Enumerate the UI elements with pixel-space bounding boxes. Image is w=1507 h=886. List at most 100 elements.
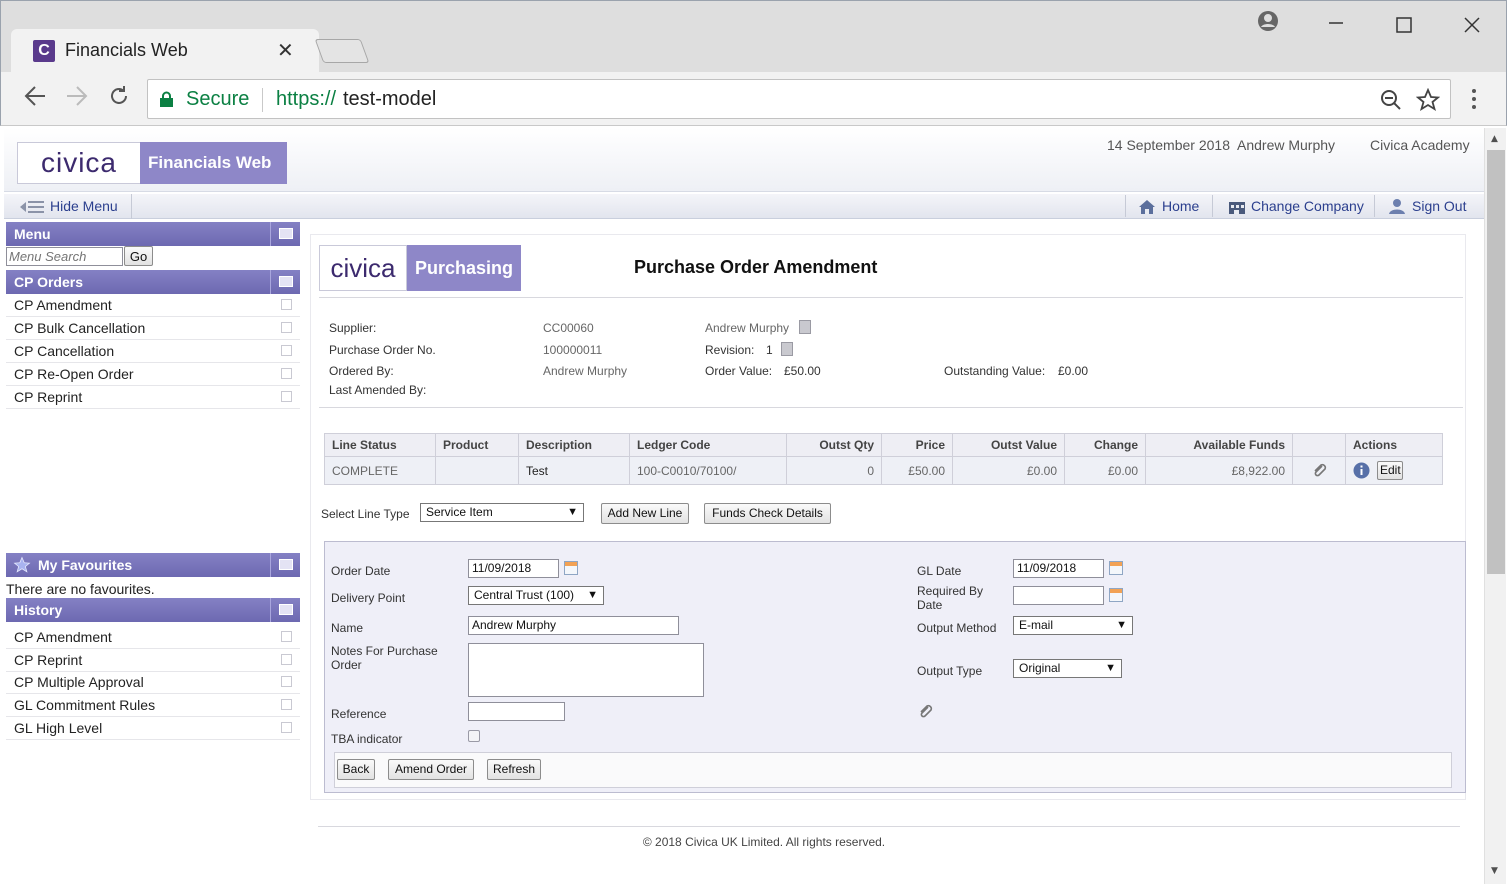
open-external-icon[interactable] [281,322,292,333]
output-type-value: Original [1019,661,1061,675]
url-scheme: https:// [276,88,337,110]
form-button-bar: Back Amend Order Refresh [334,752,1452,788]
paperclip-icon[interactable] [1312,463,1328,479]
browser-tab[interactable]: C Financials Web ✕ [11,29,319,73]
sign-out-link[interactable]: Sign Out [1384,194,1482,219]
profile-icon[interactable] [1257,10,1279,38]
history-item-cp-multiple-approval[interactable]: CP Multiple Approval [6,671,300,694]
col-attachments [1292,433,1346,457]
back-icon[interactable] [23,84,47,114]
change-company-link[interactable]: Change Company [1224,194,1372,219]
notes-textarea[interactable] [468,643,704,697]
new-tab-button[interactable] [314,39,370,63]
panel-toggle-icon[interactable] [270,270,300,294]
name-input[interactable]: Andrew Murphy [468,616,679,635]
calendar-icon[interactable] [564,561,578,575]
panel-toggle-icon[interactable] [270,598,300,622]
gl-date-label: GL Date [917,564,962,578]
calendar-icon[interactable] [1109,588,1123,602]
tab-close-icon[interactable]: ✕ [277,38,294,62]
last-amended-label: Last Amended By: [329,383,427,397]
open-external-icon[interactable] [281,676,292,687]
revision-details-icon[interactable] [781,342,793,356]
delivery-point-select[interactable]: Central Trust (100) ▼ [468,586,604,605]
edit-line-button[interactable]: Edit [1377,461,1404,480]
cell-outst-value: £0.00 [952,456,1065,485]
reload-icon[interactable] [107,84,131,114]
open-external-icon[interactable] [281,631,292,642]
history-item-gl-high-level[interactable]: GL High Level [6,717,300,740]
dropdown-arrow-icon: ▼ [567,506,578,518]
open-external-icon[interactable] [281,345,292,356]
table-row[interactable]: COMPLETE Test 100-C0010/70100/ 0 £50.00 … [324,456,1443,485]
amend-order-button[interactable]: Amend Order [388,759,474,780]
maximize-icon[interactable] [1395,15,1413,40]
header-date: 14 September 2018 [1107,137,1230,153]
history-item-label: GL High Level [14,720,103,736]
browser-menu-icon[interactable] [1471,88,1477,115]
open-external-icon[interactable] [281,722,292,733]
open-external-icon[interactable] [281,368,292,379]
menu-separator [1374,195,1375,217]
page-scrollbar[interactable]: ▲ ▼ [1484,128,1506,884]
output-type-select[interactable]: Original ▼ [1013,659,1122,678]
sidebar-item-label: CP Reprint [14,389,83,405]
open-external-icon[interactable] [281,699,292,710]
gl-date-input[interactable]: 11/09/2018 [1013,559,1104,578]
supplier-name: Andrew Murphy [705,321,790,335]
history-item-cp-reprint[interactable]: CP Reprint [6,649,300,672]
cell-change: £0.00 [1064,456,1146,485]
sidebar-item-cp-re-open-order[interactable]: CP Re-Open Order [6,363,300,386]
home-label: Home [1162,198,1200,214]
funds-check-details-button[interactable]: Funds Check Details [704,503,831,524]
tba-indicator-checkbox[interactable] [468,730,480,742]
history-item-cp-amendment[interactable]: CP Amendment [6,626,300,649]
paperclip-icon[interactable] [918,704,934,725]
po-number-label: Purchase Order No. [329,343,436,357]
line-type-select[interactable]: Service Item ▼ [420,503,584,522]
menu-search-go-button[interactable]: Go [124,246,153,266]
output-method-select[interactable]: E-mail ▼ [1013,616,1133,635]
home-link[interactable]: Home [1136,194,1212,219]
col-price: Price [881,433,953,457]
menu-separator [1212,195,1213,217]
refresh-button[interactable]: Refresh [487,759,541,780]
open-external-icon[interactable] [281,299,292,310]
bookmark-star-icon[interactable] [1415,87,1441,117]
close-window-icon[interactable] [1463,15,1481,40]
scroll-thumb[interactable] [1487,150,1505,574]
main-content: civica Purchasing Purchase Order Amendme… [310,234,1466,800]
sidebar-item-cp-cancellation[interactable]: CP Cancellation [6,340,300,363]
scroll-up-icon[interactable]: ▲ [1491,134,1498,144]
divider [319,297,1463,298]
open-external-icon[interactable] [281,391,292,402]
supplier-details-icon[interactable] [799,320,811,334]
sidebar-item-cp-bulk-cancellation[interactable]: CP Bulk Cancellation [6,317,300,340]
open-external-icon[interactable] [281,654,292,665]
panel-toggle-icon[interactable] [270,222,300,246]
order-date-input[interactable]: 11/09/2018 [468,559,559,578]
hide-menu-button[interactable]: Hide Menu [6,194,132,219]
forward-icon[interactable] [65,84,89,114]
sidebar-item-cp-amendment[interactable]: CP Amendment [6,294,300,317]
reference-input[interactable] [468,702,565,721]
zoom-icon[interactable] [1380,89,1402,116]
order-lines-table: Line Status Product Description Ledger C… [324,433,1443,485]
scroll-down-icon[interactable]: ▼ [1491,866,1498,876]
menu-search-input[interactable] [6,247,123,266]
minimize-icon[interactable] [1327,9,1345,35]
info-icon[interactable] [1353,462,1370,479]
menu-panel-title: Menu [14,226,51,242]
cp-orders-title: CP Orders [14,274,83,290]
ordered-by-value: Andrew Murphy [543,364,628,378]
sidebar-item-cp-reprint[interactable]: CP Reprint [6,386,300,409]
col-line-status: Line Status [324,433,436,457]
history-item-gl-commitment-rules[interactable]: GL Commitment Rules [6,694,300,717]
url-omnibox[interactable]: Secure https:// test-model [147,79,1451,119]
add-new-line-button[interactable]: Add New Line [601,503,689,524]
required-by-date-input[interactable] [1013,586,1104,605]
back-button[interactable]: Back [337,759,375,780]
history-item-label: CP Reprint [14,652,83,668]
panel-toggle-icon[interactable] [270,553,300,577]
calendar-icon[interactable] [1109,561,1123,575]
